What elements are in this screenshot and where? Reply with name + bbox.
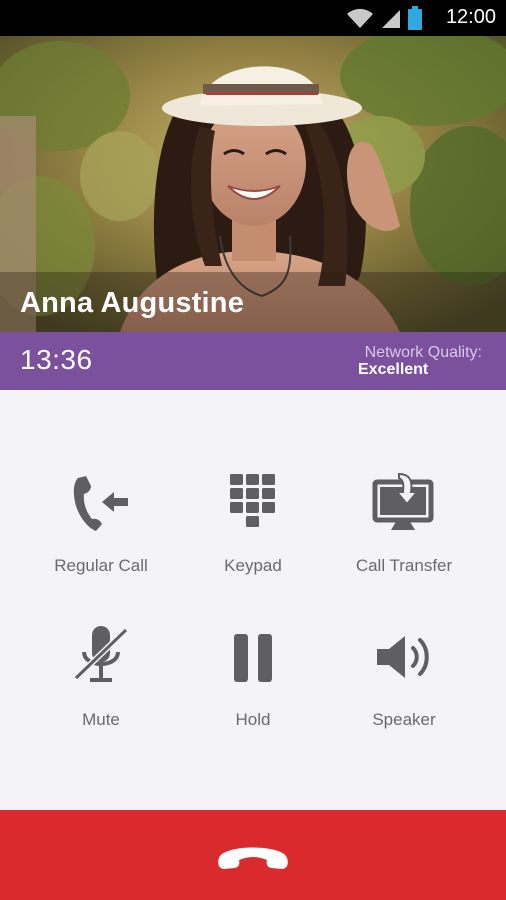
speaker-button[interactable]: Speaker (324, 622, 484, 730)
regular-call-label: Regular Call (54, 556, 148, 575)
network-quality-label: Network Quality: (364, 344, 482, 361)
keypad-button[interactable]: Keypad (173, 468, 333, 576)
speaker-icon (377, 636, 429, 678)
contact-photo: Anna Augustine (0, 36, 506, 332)
status-bar: 12:00 (0, 0, 506, 36)
call-info-bar: 13:36 Network Quality: Excellent (0, 332, 506, 390)
hold-label: Hold (235, 710, 271, 729)
status-icons (346, 6, 422, 30)
battery-icon (408, 6, 422, 30)
wifi-icon (347, 8, 373, 28)
mute-button[interactable]: Mute (21, 622, 181, 730)
call-transfer-icon (372, 472, 434, 530)
network-quality-value: Excellent (358, 361, 429, 378)
call-transfer-button[interactable]: Call Transfer (324, 468, 484, 576)
status-time: 12:00 (445, 6, 496, 28)
call-transfer-label: Call Transfer (355, 556, 453, 575)
hold-icon (234, 634, 272, 682)
regular-call-button[interactable]: Regular Call (21, 468, 181, 576)
keypad-label: Keypad (224, 556, 282, 575)
call-duration: 13:36 (20, 344, 93, 375)
mute-icon (73, 626, 129, 682)
end-call-button[interactable] (0, 810, 506, 900)
contact-name: Anna Augustine (20, 287, 245, 319)
signal-icon (382, 10, 400, 28)
keypad-icon (230, 474, 275, 527)
speaker-label: Speaker (372, 710, 436, 729)
mute-label: Mute (82, 710, 120, 729)
regular-call-icon (73, 476, 128, 531)
hold-button[interactable]: Hold (173, 622, 333, 730)
end-call-icon (218, 847, 288, 869)
